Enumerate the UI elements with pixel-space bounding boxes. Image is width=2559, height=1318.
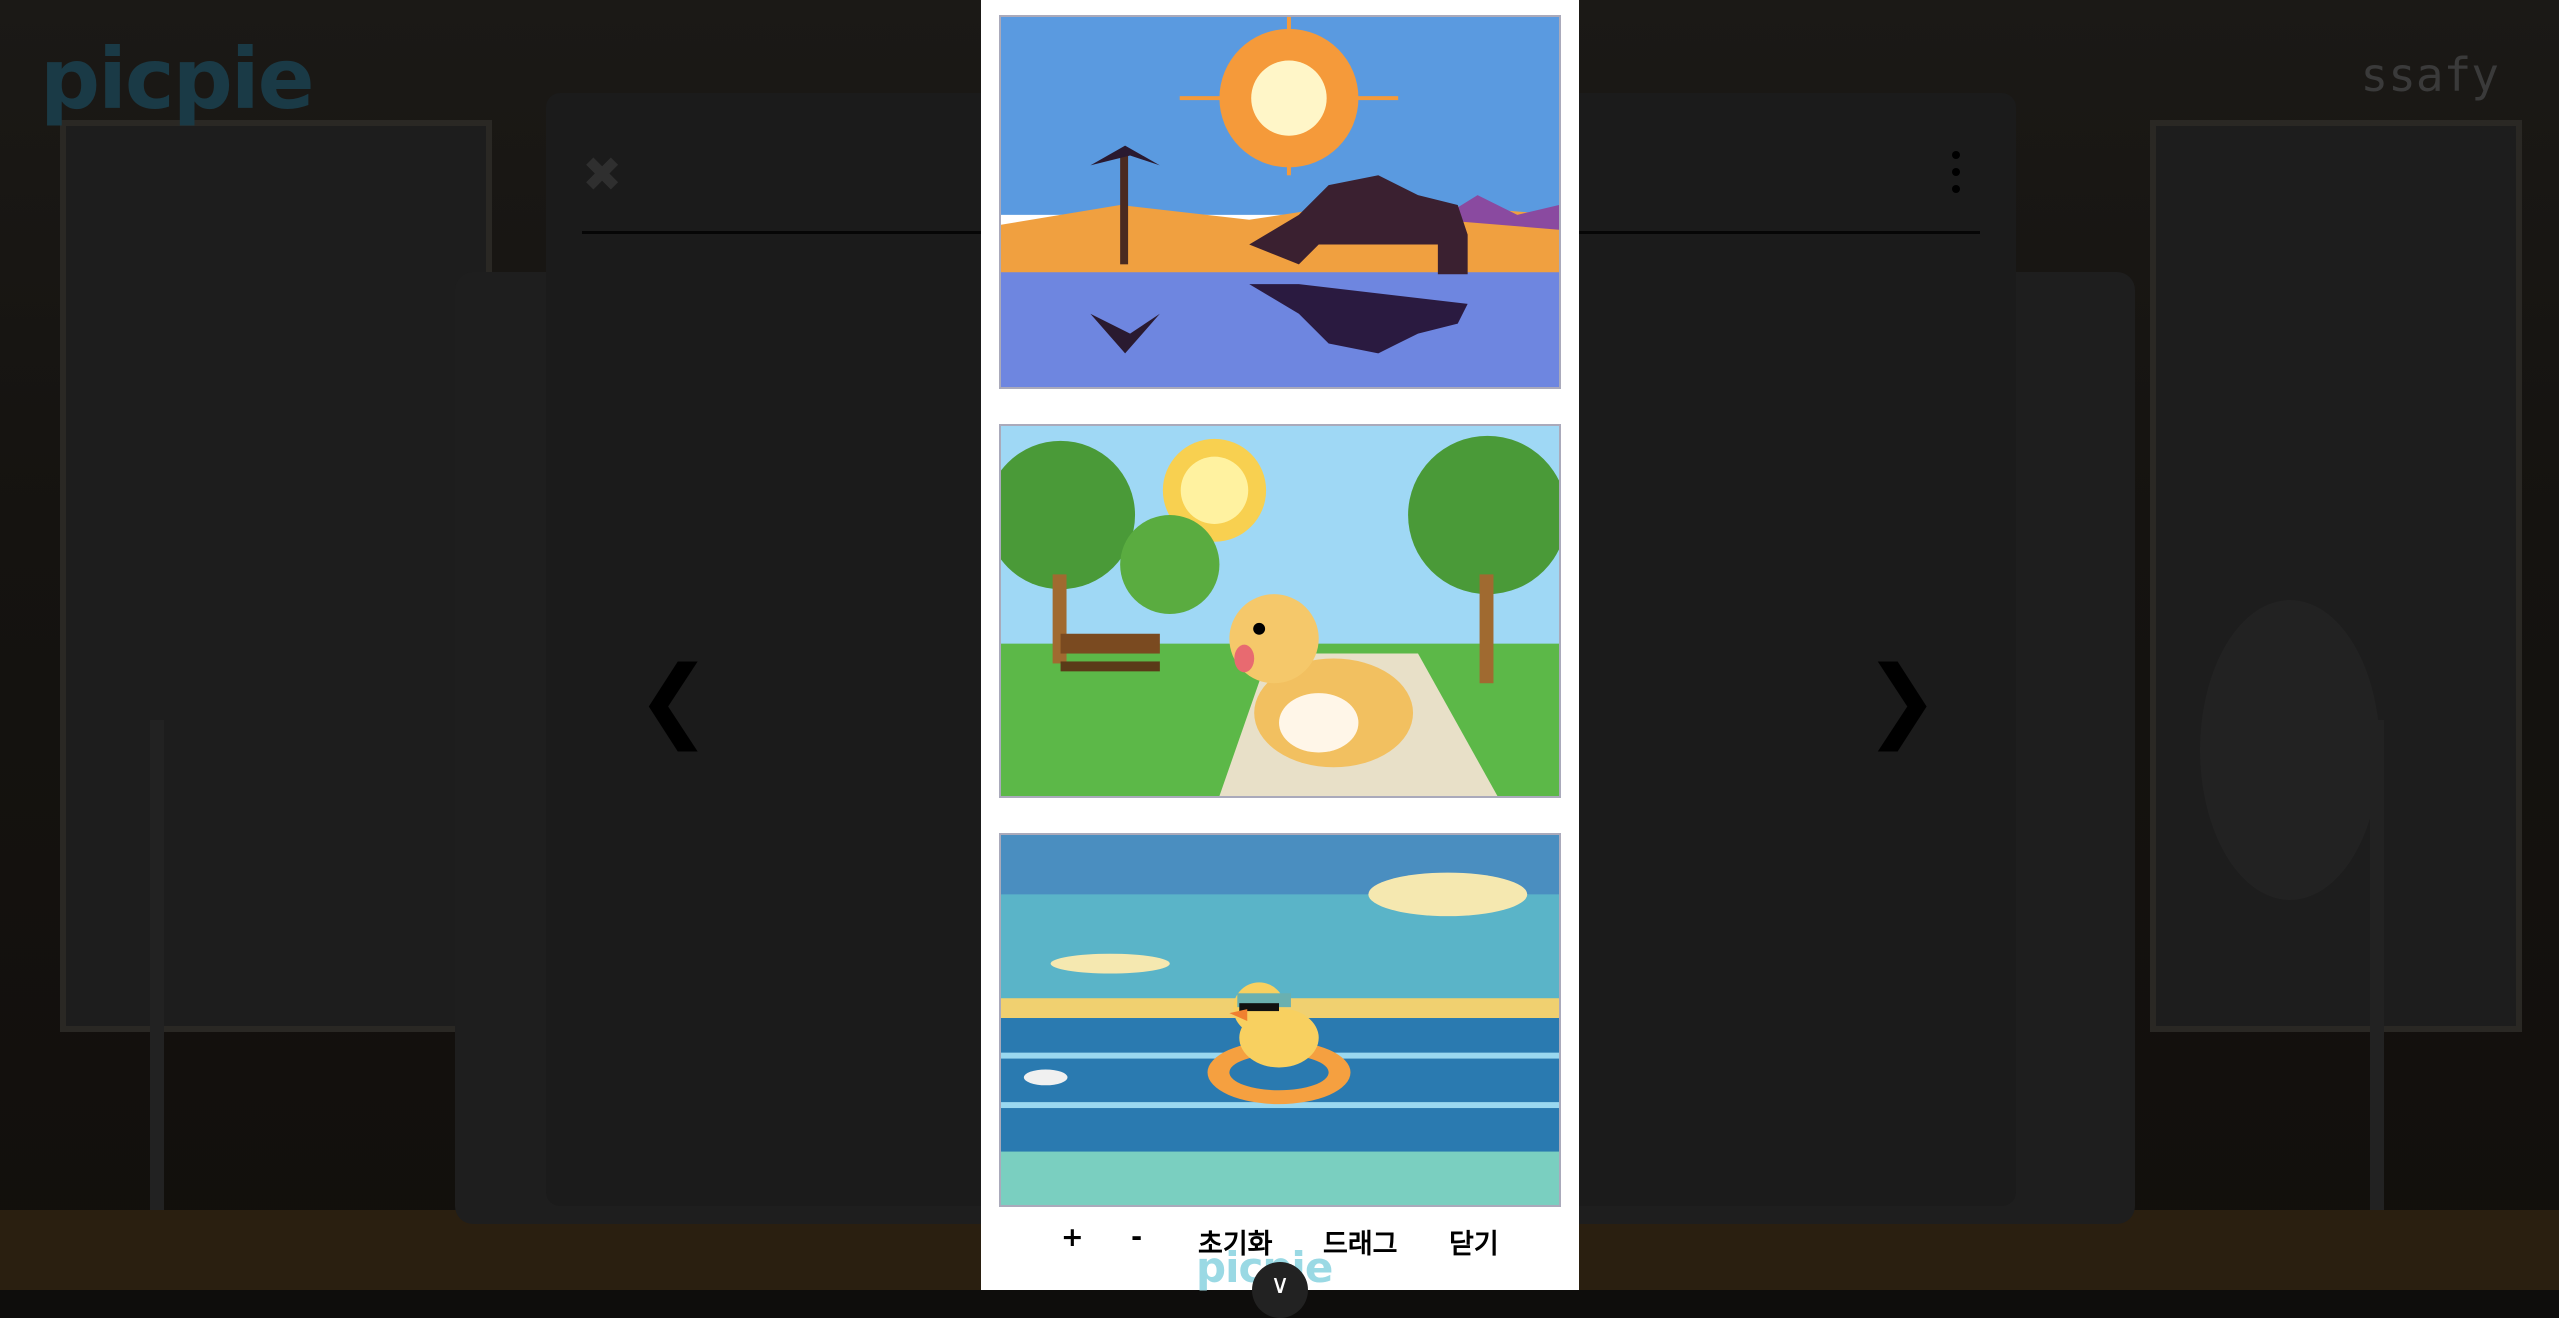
duck-swim-ring-image — [1001, 835, 1559, 1205]
kebab-menu-icon[interactable] — [1952, 151, 1960, 199]
close-icon[interactable]: ✖ — [582, 151, 626, 199]
zoom-in-button[interactable]: + — [1061, 1222, 1084, 1253]
brand-text: ssafy — [2360, 48, 2499, 102]
chevron-down-icon[interactable]: ∨ — [1252, 1262, 1308, 1318]
background-window-right — [2150, 120, 2522, 1032]
background-window-left — [60, 120, 492, 1032]
desert-camel-image — [1001, 17, 1559, 387]
chevron-right-icon[interactable]: ❯ — [1864, 655, 1939, 745]
chevron-left-icon[interactable]: ❮ — [636, 655, 711, 745]
drag-button[interactable]: 드래그 — [1323, 1222, 1398, 1261]
background-lamp-right — [2200, 600, 2380, 900]
photo-frame-2[interactable] — [999, 424, 1561, 798]
zoom-out-button[interactable]: - — [1131, 1222, 1142, 1253]
site-logo: picpie — [40, 30, 315, 128]
close-button[interactable]: 닫기 — [1449, 1222, 1499, 1261]
photo-frame-3[interactable] — [999, 833, 1561, 1207]
background-stand-left — [150, 720, 164, 1280]
photo-frame-1[interactable] — [999, 15, 1561, 389]
background-stand-right — [2370, 720, 2384, 1280]
park-dog-image — [1001, 426, 1559, 796]
